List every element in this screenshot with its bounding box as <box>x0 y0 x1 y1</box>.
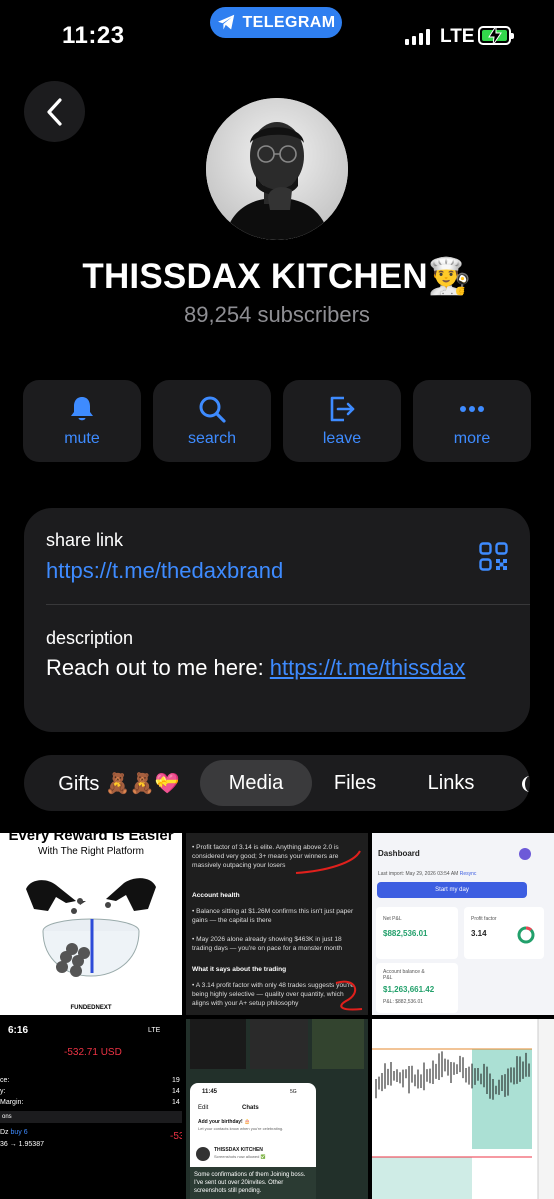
channel-name-text: THISSDAX KITCHEN <box>82 257 428 296</box>
avatar <box>519 848 531 860</box>
dashboard-last-import: Last import: May 29, 2026 03:54 AM Resyn… <box>378 871 477 877</box>
telegram-pill-label: TELEGRAM <box>242 13 336 31</box>
search-button[interactable]: search <box>153 380 271 462</box>
media-grid: Every Reward Is Easier With The Right Pl… <box>0 833 554 1199</box>
trade-time: 6:16 <box>8 1025 29 1036</box>
leave-icon <box>330 396 355 422</box>
dashboard-title: Dashboard <box>378 849 420 858</box>
trade-symbol: Dz buy 6 <box>0 1129 28 1136</box>
tab-gifts[interactable]: Gifts 🧸🧸💝 <box>44 760 194 806</box>
trade-section: ons <box>0 1111 182 1123</box>
chats-screenshot: 11:45 5G Edit Chats Add your birthday! 🎂… <box>190 1083 316 1199</box>
share-link-label: share link <box>46 530 124 550</box>
leave-button[interactable]: leave <box>283 380 401 462</box>
ad-title: Every Reward Is Easier <box>8 833 174 844</box>
more-label: more <box>453 430 491 447</box>
tab-media[interactable]: Media <box>200 760 312 806</box>
balance-card: Account balance & P&L $1,263,661.42 P&L:… <box>376 963 458 1013</box>
leave-label: leave <box>322 430 362 447</box>
tab-overflow-icon <box>522 776 530 792</box>
description-label: description <box>46 628 134 648</box>
back-button[interactable] <box>24 81 85 142</box>
chef-emoji: 👨‍🍳 <box>427 257 472 296</box>
telegram-pill[interactable]: TELEGRAM <box>210 7 342 38</box>
channel-info-card: share link https://t.me/thedaxbrand desc… <box>24 508 530 732</box>
donut-chart <box>517 926 535 944</box>
tab-files[interactable]: Files <box>320 760 390 806</box>
description-text: Reach out to me here: https://t.me/thiss… <box>46 654 506 682</box>
red-annotation <box>295 850 363 1011</box>
network-label: LTE <box>440 26 475 47</box>
ad-subtitle: With The Right Platform <box>38 846 144 857</box>
mute-button[interactable]: mute <box>23 380 141 462</box>
media-item[interactable]: Every Reward Is Easier With The Right Pl… <box>0 833 182 1015</box>
trade-amount: -532.71 USD <box>64 1047 122 1058</box>
media-item[interactable]: 11:45 5G Edit Chats Add your birthday! 🎂… <box>186 1019 368 1199</box>
signal-icon <box>405 29 430 45</box>
price-chart <box>372 1019 554 1199</box>
more-icon <box>460 406 484 412</box>
description-body: Reach out to me here: <box>46 655 270 680</box>
telegram-icon <box>217 14 234 30</box>
crow-bowl-illustration <box>26 878 156 977</box>
profit-factor-card: Profit factor 3.14 <box>464 907 544 959</box>
search-icon <box>199 396 226 423</box>
trade-prices: 36 → 1.95387 <box>0 1141 44 1148</box>
bell-icon <box>71 397 93 421</box>
media-tabs: Gifts 🧸🧸💝 Media Files Links <box>24 755 530 811</box>
ad-brand: FUNDEDNEXT <box>70 1005 112 1011</box>
trade-pl: -53 <box>170 1131 182 1142</box>
trade-network: LTE <box>148 1027 161 1034</box>
subscriber-count: 89,254 subscribers <box>184 302 370 327</box>
start-day-button: Start my day <box>377 882 527 898</box>
info-divider <box>46 604 530 605</box>
media-item[interactable]: • Profit factor of 3.14 is elite. Anythi… <box>186 833 368 1015</box>
battery-icon <box>478 26 514 45</box>
trade-rows: ce: 19 y: 14 Margin: 14 <box>0 1077 180 1106</box>
net-pnl-card: Net P&L $882,536.01 <box>376 907 458 959</box>
media-item[interactable] <box>372 1019 554 1199</box>
qr-code-icon[interactable] <box>479 542 508 571</box>
status-bar: 11:23 TELEGRAM LTE <box>0 0 554 70</box>
channel-name: THISSDAX KITCHEN👨‍🍳 <box>0 256 554 297</box>
media-item[interactable]: Dashboard Last import: May 29, 2026 03:5… <box>372 833 554 1015</box>
avatar <box>196 1147 210 1161</box>
mute-label: mute <box>64 430 100 447</box>
media-item[interactable]: 6:16 LTE -532.71 USD ce: 19 y: 14 Margin: 1… <box>0 1019 182 1199</box>
description-link[interactable]: https://t.me/thissdax <box>270 655 466 680</box>
share-link[interactable]: https://t.me/thedaxbrand <box>46 558 283 584</box>
action-row: mute search leave more <box>23 380 531 462</box>
search-label: search <box>187 430 237 447</box>
tab-links[interactable]: Links <box>412 760 490 806</box>
status-time: 11:23 <box>62 22 125 49</box>
channel-avatar[interactable] <box>206 98 348 240</box>
chevron-left-icon <box>46 97 62 126</box>
more-button[interactable]: more <box>413 380 531 462</box>
